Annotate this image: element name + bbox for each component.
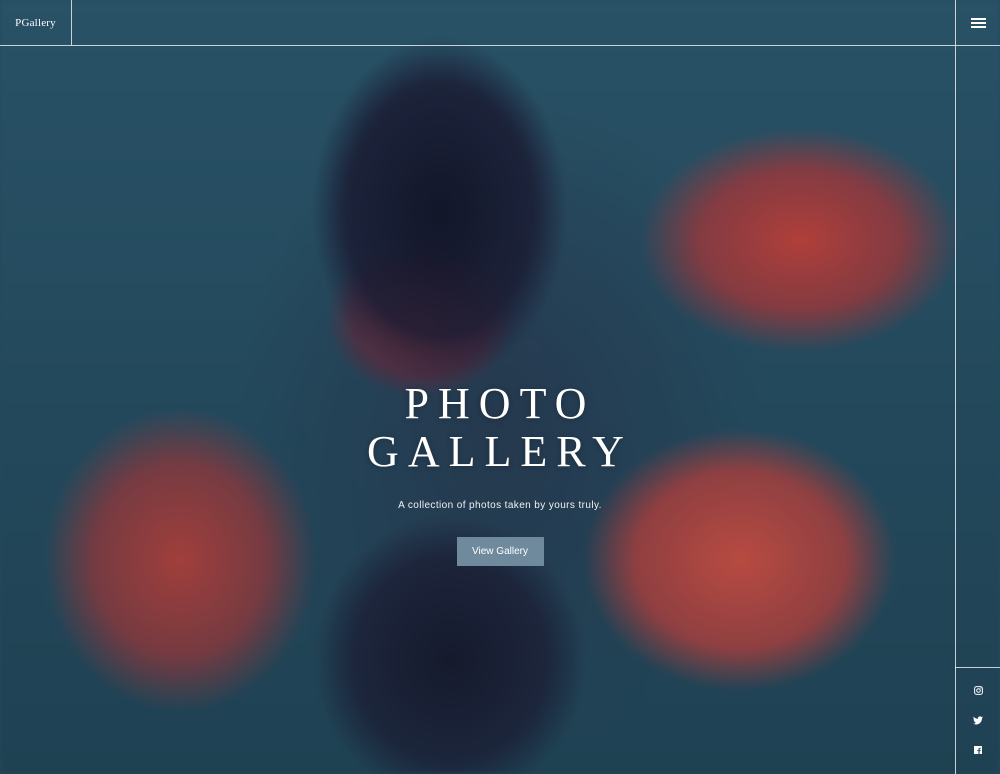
- hero-content: PHOTO GALLERY A collection of photos tak…: [0, 380, 1000, 566]
- instagram-icon: [973, 685, 983, 695]
- hero-title: PHOTO GALLERY: [0, 380, 1000, 476]
- view-gallery-button[interactable]: View Gallery: [456, 537, 544, 566]
- social-divider: [955, 667, 1000, 668]
- brand-logo[interactable]: PGallery: [0, 0, 71, 45]
- brand-divider: [71, 0, 72, 45]
- twitter-icon: [973, 715, 983, 724]
- facebook-link[interactable]: [956, 742, 1000, 758]
- hamburger-menu-icon: [970, 18, 986, 28]
- hero-subtitle: A collection of photos taken by yours tr…: [398, 500, 602, 511]
- facebook-icon: [974, 746, 982, 754]
- instagram-link[interactable]: [956, 682, 1000, 698]
- hero-title-line1: PHOTO: [404, 379, 596, 428]
- header-divider: [0, 45, 1000, 46]
- menu-button[interactable]: [956, 0, 1000, 45]
- hero-title-line2: GALLERY: [367, 427, 633, 476]
- twitter-link[interactable]: [956, 712, 1000, 728]
